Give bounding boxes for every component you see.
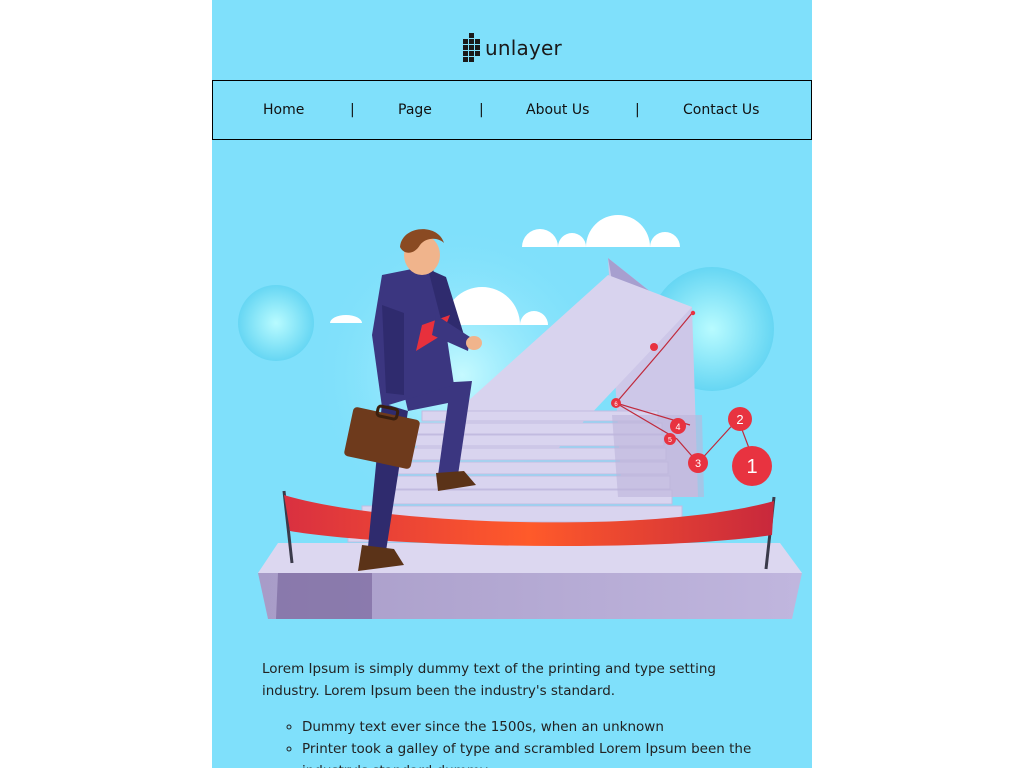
feature-list: Dummy text ever since the 1500s, when an… [262,716,772,768]
base-top [258,543,802,573]
nav-separator: | [635,102,640,118]
nav-page[interactable]: Page [398,81,432,139]
nav-bar: Home | Page | About Us | Contact Us [212,80,812,140]
intro-paragraph: Lorem Ipsum is simply dummy text of the … [262,661,716,699]
businessman-stairs-illustration: 6 5 4 3 2 1 [238,215,802,619]
marker-5-label: 5 [668,437,672,444]
marker-3-label: 3 [695,458,701,470]
base-shadow [276,573,372,619]
logo-group[interactable]: unlayer [462,33,562,63]
marker-1-label: 1 [746,456,757,478]
nav-about-us[interactable]: About Us [526,81,589,139]
email-container: unlayer Home | Page | About Us | Contact… [212,0,812,768]
nav-separator: | [350,102,355,118]
body-content: Lorem Ipsum is simply dummy text of the … [262,658,772,768]
nav-separator: | [479,102,484,118]
hero-illustration: 6 5 4 3 2 1 [232,185,812,625]
marker-2-label: 2 [736,412,743,427]
marker-4-label: 4 [675,422,680,432]
nav-contact-us[interactable]: Contact Us [683,81,759,139]
list-item: Dummy text ever since the 1500s, when an… [302,716,772,738]
header-logo[interactable]: unlayer [212,30,812,66]
orb-left [238,285,314,361]
nav-home[interactable]: Home [263,81,304,139]
grid-dots-icon [463,33,481,62]
list-item: Printer took a galley of type and scramb… [302,738,772,768]
logo-text: unlayer [485,36,562,60]
